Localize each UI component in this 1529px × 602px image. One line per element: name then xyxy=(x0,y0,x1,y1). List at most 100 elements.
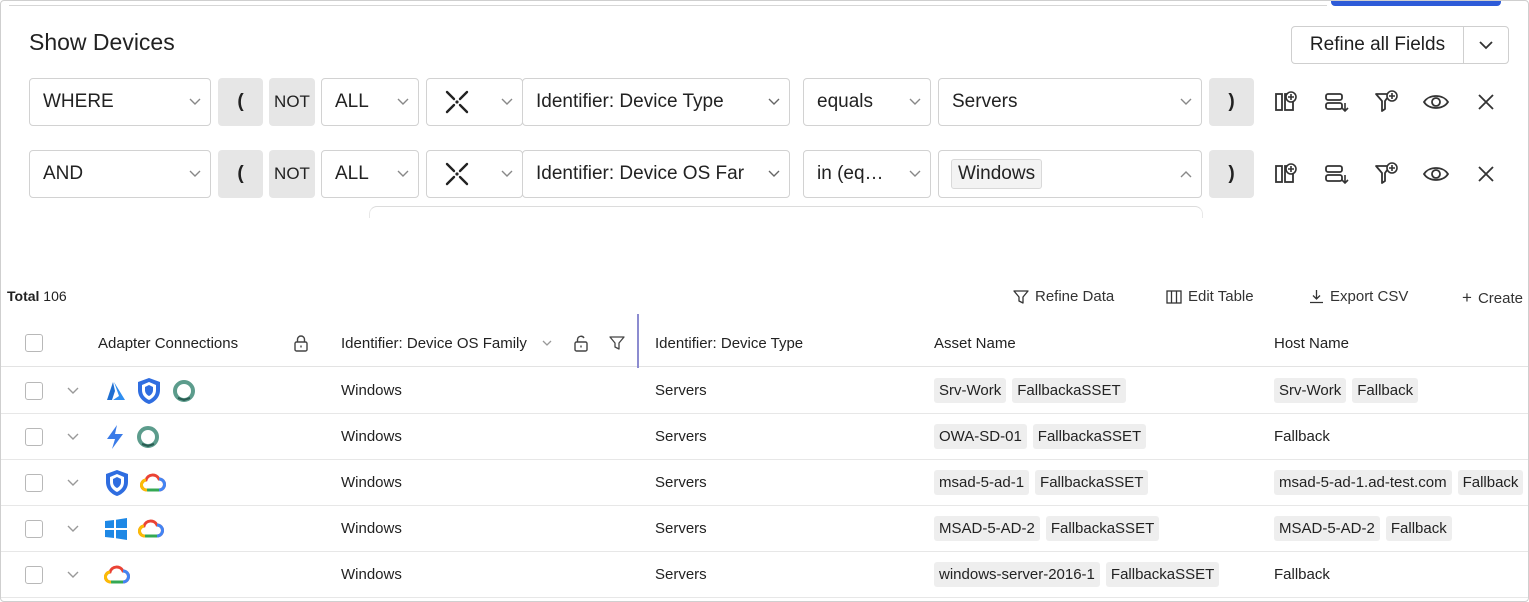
eye-icon[interactable] xyxy=(1411,163,1461,185)
column-resize-handle[interactable] xyxy=(637,314,639,368)
add-bracket-icon[interactable] xyxy=(1261,89,1311,115)
refine-all-fields-button[interactable]: Refine all Fields xyxy=(1291,26,1509,64)
column-header-host-name[interactable]: Host Name xyxy=(1274,319,1349,367)
os-family-cell: Windows xyxy=(341,474,402,491)
close-icon[interactable] xyxy=(1461,165,1511,183)
column-header-adapter-connections[interactable]: Adapter Connections xyxy=(98,319,238,367)
expand-chevron-icon[interactable] xyxy=(67,460,79,505)
expand-chevron-icon[interactable] xyxy=(67,552,79,597)
host-name-tag[interactable]: Fallback xyxy=(1352,378,1419,403)
expand-chevron-icon[interactable] xyxy=(67,506,79,551)
value-chip[interactable]: Windows xyxy=(951,159,1043,189)
adapter-select[interactable] xyxy=(426,150,523,198)
eye-icon[interactable] xyxy=(1411,91,1461,113)
edit-table-button[interactable]: Edit Table xyxy=(1166,288,1254,305)
host-name-tag[interactable]: Srv-Work xyxy=(1274,378,1347,403)
windows-icon[interactable] xyxy=(104,517,128,540)
asset-name-tag[interactable]: FallbackaSSET xyxy=(1045,516,1160,541)
device-type-cell: Servers xyxy=(655,428,707,445)
add-filter-icon[interactable] xyxy=(1361,89,1411,115)
column-header-os-family[interactable]: Identifier: Device OS Family xyxy=(341,319,527,367)
export-csv-label: Export CSV xyxy=(1330,288,1409,305)
refine-data-label: Refine Data xyxy=(1035,288,1115,305)
asset-name-tag[interactable]: FallbackaSSET xyxy=(1035,470,1149,495)
shield-icon[interactable] xyxy=(136,377,162,405)
asset-name-tag[interactable]: FallbackaSSET xyxy=(1105,562,1220,587)
host-name-text: Fallback xyxy=(1274,428,1330,445)
host-name-tag[interactable]: msad-5-ad-1.ad-test.com xyxy=(1274,470,1452,495)
table-row[interactable]: Windows Servers windows-server-2016-1 Fallb… xyxy=(1,552,1528,598)
scope-select[interactable]: ALL xyxy=(321,78,419,126)
logic-select[interactable]: WHERE xyxy=(29,78,211,126)
not-toggle[interactable]: NOT xyxy=(269,150,315,198)
table-row[interactable]: Windows Servers Srv-Work FallbackaSSET Srv-W… xyxy=(1,368,1528,414)
os-family-cell: Windows xyxy=(341,520,402,537)
operator-select[interactable]: equals xyxy=(803,78,931,126)
select-all-checkbox[interactable] xyxy=(25,319,43,367)
value-select[interactable]: Windows xyxy=(938,150,1202,198)
host-name-text: Fallback xyxy=(1274,566,1330,583)
open-paren-button[interactable]: ( xyxy=(218,78,263,126)
column-header-device-type[interactable]: Identifier: Device Type xyxy=(655,319,803,367)
expand-chevron-icon[interactable] xyxy=(67,414,79,459)
host-name-tag[interactable]: Fallback xyxy=(1385,516,1452,541)
table-row[interactable]: Windows Servers OWA-SD-01 FallbackaSSET Fall… xyxy=(1,414,1528,460)
asset-name-tag[interactable]: FallbackaSSET xyxy=(1032,424,1147,449)
azure-icon[interactable] xyxy=(104,381,126,401)
ring-icon[interactable] xyxy=(172,379,196,403)
operator-select[interactable]: in (eq… xyxy=(803,150,931,198)
plus-icon: + xyxy=(1462,288,1472,307)
add-row-icon[interactable] xyxy=(1311,89,1361,115)
cloud-icon[interactable] xyxy=(140,473,166,493)
unlock-icon[interactable] xyxy=(573,319,589,367)
ring-icon[interactable] xyxy=(136,425,160,449)
open-paren-button[interactable]: ( xyxy=(218,150,263,198)
close-icon[interactable] xyxy=(1461,93,1511,111)
expand-chevron-icon[interactable] xyxy=(67,368,79,413)
logic-select[interactable]: AND xyxy=(29,150,211,198)
asset-name-tag[interactable]: OWA-SD-01 xyxy=(934,424,1027,449)
total-value: 106 xyxy=(43,288,67,304)
asset-name-tag[interactable]: windows-server-2016-1 xyxy=(934,562,1100,587)
value-select[interactable]: Servers xyxy=(938,78,1202,126)
add-row-icon[interactable] xyxy=(1311,161,1361,187)
asset-name-tag[interactable]: FallbackaSSET xyxy=(1012,378,1126,403)
row-checkbox[interactable] xyxy=(25,414,43,459)
column-header-asset-name[interactable]: Asset Name xyxy=(934,319,1016,367)
adapter-select[interactable] xyxy=(426,78,523,126)
field-select[interactable]: Identifier: Device Type xyxy=(522,78,790,126)
operator-value: in (eq… xyxy=(817,163,884,184)
host-name-tag[interactable]: MSAD-5-AD-2 xyxy=(1274,516,1380,541)
bolt-icon[interactable] xyxy=(104,424,126,450)
add-bracket-icon[interactable] xyxy=(1261,161,1311,187)
close-paren-button[interactable]: ) xyxy=(1209,78,1254,126)
chevron-down-icon xyxy=(759,170,789,178)
lock-icon[interactable] xyxy=(293,319,309,367)
scope-select[interactable]: ALL xyxy=(321,150,419,198)
table-row[interactable]: Windows Servers msad-5-ad-1 FallbackaSSET ms… xyxy=(1,460,1528,506)
shield-icon[interactable] xyxy=(104,469,130,497)
operator-value: equals xyxy=(817,91,873,112)
column-filter-icon[interactable] xyxy=(609,319,625,367)
refine-data-button[interactable]: Refine Data xyxy=(1013,288,1114,305)
close-paren-button[interactable]: ) xyxy=(1209,150,1254,198)
host-name-tag[interactable]: Fallback xyxy=(1457,470,1524,495)
sort-icon[interactable] xyxy=(542,319,552,367)
table-row[interactable]: Windows Servers MSAD-5-AD-2 FallbackaSSET MS… xyxy=(1,506,1528,552)
asset-name-tag[interactable]: msad-5-ad-1 xyxy=(934,470,1030,495)
row-checkbox[interactable] xyxy=(25,368,43,413)
create-button[interactable]: + Create xyxy=(1462,288,1523,308)
chevron-down-icon[interactable] xyxy=(1464,27,1508,63)
row-checkbox[interactable] xyxy=(25,460,43,505)
field-select[interactable]: Identifier: Device OS Far xyxy=(522,150,790,198)
export-csv-button[interactable]: Export CSV xyxy=(1309,288,1408,305)
not-toggle[interactable]: NOT xyxy=(269,78,315,126)
add-filter-icon[interactable] xyxy=(1361,161,1411,187)
cloud-icon[interactable] xyxy=(104,565,130,585)
host-name-cell: Fallback xyxy=(1274,414,1330,459)
asset-name-tag[interactable]: Srv-Work xyxy=(934,378,1007,403)
row-checkbox[interactable] xyxy=(25,506,43,551)
cloud-icon[interactable] xyxy=(138,519,164,539)
row-checkbox[interactable] xyxy=(25,552,43,597)
asset-name-tag[interactable]: MSAD-5-AD-2 xyxy=(934,516,1040,541)
